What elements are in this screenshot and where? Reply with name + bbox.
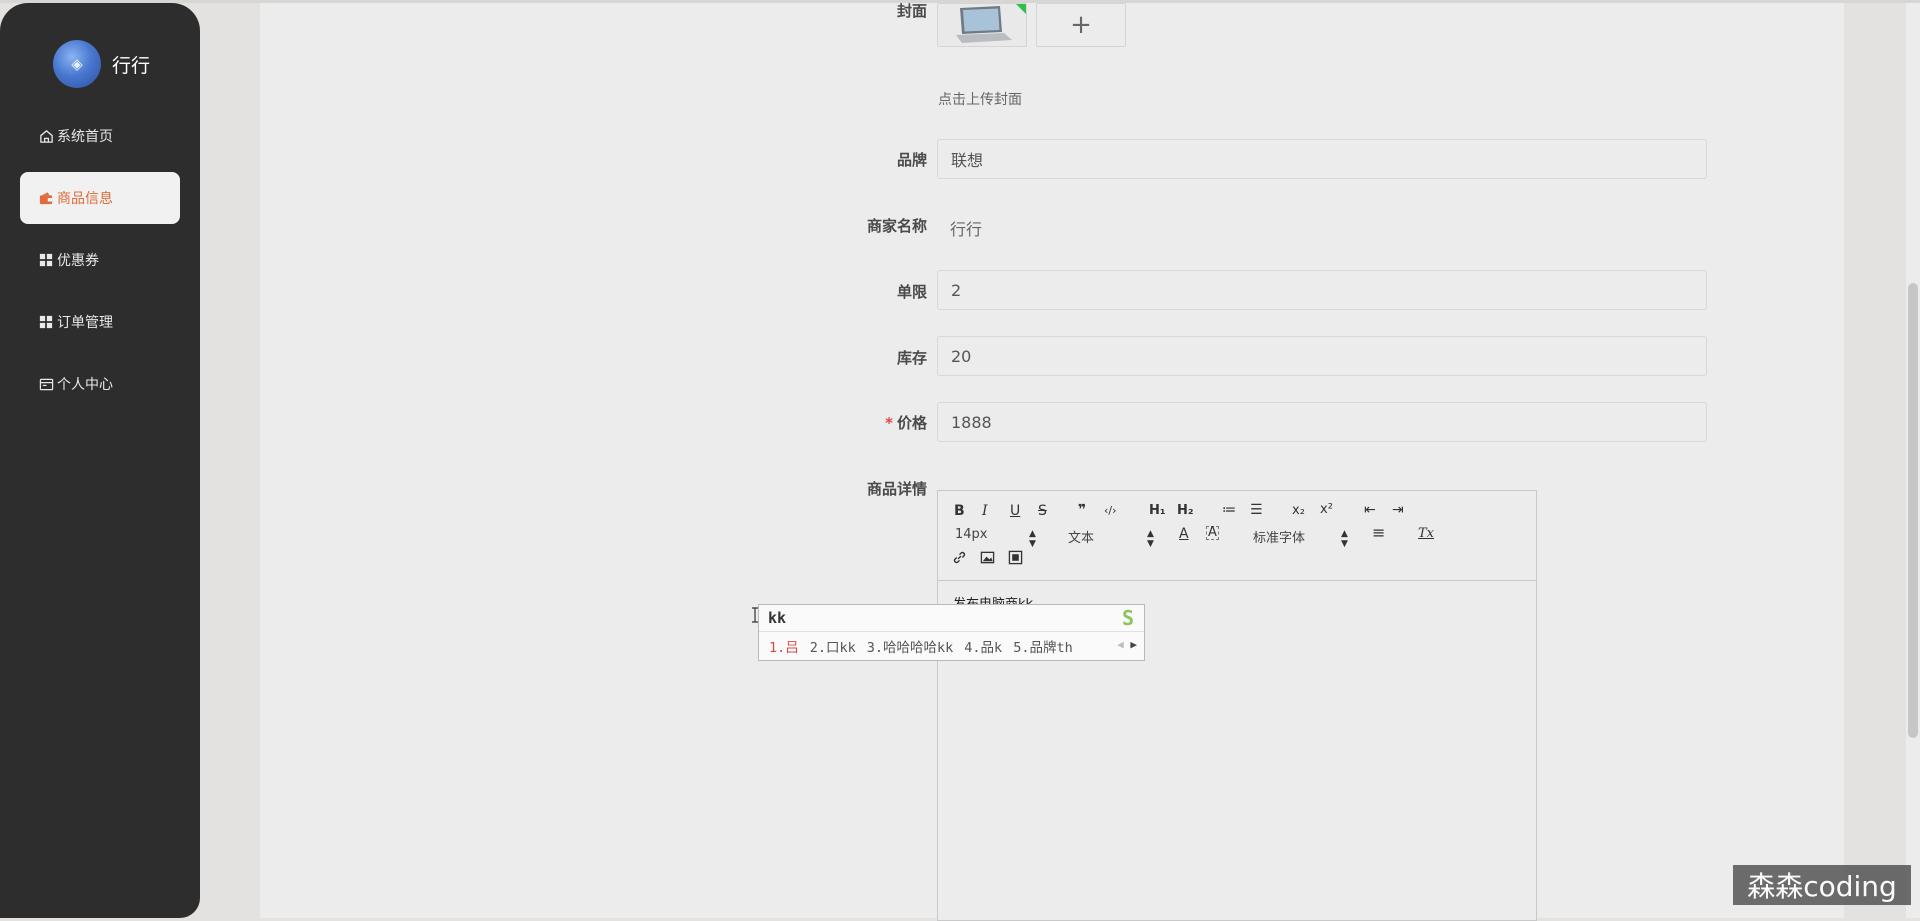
ordered-list-button[interactable]: ≔ bbox=[1222, 502, 1236, 518]
price-label: * 价格 bbox=[797, 412, 927, 433]
sogou-logo-icon: S bbox=[1121, 606, 1135, 630]
cover-thumbnail[interactable] bbox=[937, 3, 1027, 47]
ime-candidate[interactable]: 3.哈哈哈哈kk bbox=[867, 640, 954, 656]
grid-icon bbox=[38, 314, 54, 330]
sidebar-item-label: 商品信息 bbox=[57, 191, 113, 207]
font-size-select[interactable]: 14px ▲ ▼ bbox=[955, 527, 1041, 549]
background-color-button[interactable]: A bbox=[1206, 526, 1219, 540]
limit-label: 单限 bbox=[896, 283, 927, 301]
clean-format-button[interactable]: Tx bbox=[1418, 526, 1434, 542]
code-button[interactable]: ‹/› bbox=[1104, 503, 1117, 519]
ime-candidate[interactable]: 2.口kk bbox=[810, 640, 856, 656]
stock-label: 库存 bbox=[896, 349, 927, 367]
limit-input[interactable] bbox=[937, 270, 1707, 310]
font-family-value: 标准字体 bbox=[1253, 531, 1306, 546]
logo-glyph: ◈ bbox=[71, 55, 83, 73]
format-select[interactable]: 文本 ▲ ▼ bbox=[1068, 527, 1154, 549]
ime-page-arrows: ◀ ▶ bbox=[1117, 638, 1137, 651]
app-logo: ◈ bbox=[53, 40, 101, 88]
cover-upload-button[interactable]: + bbox=[1036, 3, 1126, 47]
sidebar-item-coupons[interactable]: 优惠券 bbox=[20, 234, 180, 286]
detail-label: 商品详情 bbox=[866, 480, 927, 498]
brand-input[interactable] bbox=[937, 139, 1707, 179]
scrollbar-thumb[interactable] bbox=[1908, 283, 1918, 738]
price-input[interactable] bbox=[937, 402, 1707, 442]
underline-button[interactable]: U bbox=[1010, 503, 1020, 519]
link-button[interactable] bbox=[952, 550, 967, 569]
outdent-button[interactable]: ⇤ bbox=[1364, 502, 1376, 518]
cover-label: 封面 bbox=[896, 2, 927, 20]
watermark: 森森coding bbox=[1733, 865, 1911, 905]
bullet-list-button[interactable]: ☰ bbox=[1250, 502, 1263, 518]
select-arrow-icon: ▲ ▼ bbox=[1147, 529, 1154, 549]
h1-button[interactable]: H₁ bbox=[1149, 503, 1166, 519]
sidebar-item-label: 订单管理 bbox=[57, 315, 113, 331]
video-button[interactable] bbox=[1008, 550, 1023, 569]
required-mark: * bbox=[885, 414, 893, 432]
quote-button[interactable]: ❞ bbox=[1078, 502, 1086, 518]
select-arrow-icon: ▲ ▼ bbox=[1029, 529, 1036, 549]
link-icon bbox=[953, 551, 966, 564]
grid-icon bbox=[38, 252, 54, 268]
indent-button[interactable]: ⇥ bbox=[1392, 502, 1404, 518]
font-size-value: 14px bbox=[955, 527, 988, 542]
sidebar-menu: 系统首页 商品信息 优惠券 订单管理 个人中心 bbox=[20, 110, 180, 420]
main-panel: 封面 + 点击上传封面 品牌 商家名称 行行 单限 库存 *价格 商品详情 B … bbox=[260, 2, 1844, 921]
format-value: 文本 bbox=[1068, 531, 1095, 546]
brand-label: 品牌 bbox=[896, 151, 927, 169]
cover-hint: 点击上传封面 bbox=[938, 92, 1022, 108]
sidebar-item-home[interactable]: 系统首页 bbox=[20, 110, 180, 162]
wallet-icon bbox=[38, 190, 54, 206]
home-icon bbox=[38, 128, 54, 144]
app-header: ◈ 行行 bbox=[53, 40, 150, 88]
merchant-label: 商家名称 bbox=[866, 217, 927, 235]
ime-candidates: 1.吕 2.口kk 3.哈哈哈哈kk 4.品k 5.品牌th bbox=[769, 636, 1084, 656]
select-arrow-icon: ▲ ▼ bbox=[1341, 529, 1348, 549]
strike-button[interactable]: S bbox=[1038, 503, 1047, 519]
merchant-value: 行行 bbox=[950, 220, 983, 239]
sidebar-item-profile[interactable]: 个人中心 bbox=[20, 358, 180, 410]
italic-button[interactable]: I bbox=[982, 503, 988, 519]
video-icon bbox=[1008, 550, 1023, 565]
ime-candidate[interactable]: 5.品牌th bbox=[1013, 640, 1073, 656]
font-color-button[interactable]: A bbox=[1179, 526, 1189, 542]
ime-popup: kk S 1.吕 2.口kk 3.哈哈哈哈kk 4.品k 5.品牌th ◀ ▶ bbox=[758, 604, 1145, 661]
card-icon bbox=[38, 376, 54, 392]
sidebar-item-label: 优惠券 bbox=[57, 253, 99, 269]
image-icon bbox=[980, 551, 995, 564]
subscript-button[interactable]: x₂ bbox=[1292, 503, 1305, 519]
align-button[interactable]: ≡ bbox=[1372, 525, 1385, 541]
ime-candidate[interactable]: 4.品k bbox=[964, 640, 1002, 656]
h2-button[interactable]: H₂ bbox=[1177, 503, 1194, 519]
sidebar: ◈ 行行 系统首页 商品信息 优惠券 订单管理 个人中心 bbox=[0, 3, 200, 918]
plus-icon: + bbox=[1070, 10, 1092, 40]
sidebar-item-orders[interactable]: 订单管理 bbox=[20, 296, 180, 348]
sidebar-item-products[interactable]: 商品信息 bbox=[20, 172, 180, 224]
rich-text-editor: B I U S ❞ ‹/› H₁ H₂ ≔ ☰ x₂ x² ⇤ ⇥ 14px ▲… bbox=[937, 490, 1537, 921]
ime-prev-page-icon[interactable]: ◀ bbox=[1117, 638, 1124, 651]
bold-button[interactable]: B bbox=[954, 503, 965, 519]
sidebar-item-label: 个人中心 bbox=[57, 377, 113, 393]
image-button[interactable] bbox=[980, 550, 995, 569]
ime-candidate[interactable]: 1.吕 bbox=[769, 640, 799, 656]
price-label-text: 价格 bbox=[896, 414, 927, 432]
stock-input[interactable] bbox=[937, 336, 1707, 376]
editor-toolbar: B I U S ❞ ‹/› H₁ H₂ ≔ ☰ x₂ x² ⇤ ⇥ 14px ▲… bbox=[938, 491, 1536, 581]
app-title: 行行 bbox=[112, 54, 151, 77]
superscript-button[interactable]: x² bbox=[1320, 502, 1333, 518]
ime-composition: kk bbox=[768, 609, 787, 627]
ime-next-page-icon[interactable]: ▶ bbox=[1130, 638, 1137, 651]
sidebar-item-label: 系统首页 bbox=[57, 129, 113, 145]
laptop-image bbox=[938, 4, 1026, 46]
ime-divider bbox=[759, 631, 1144, 632]
font-family-select[interactable]: 标准字体 ▲ ▼ bbox=[1253, 527, 1349, 549]
